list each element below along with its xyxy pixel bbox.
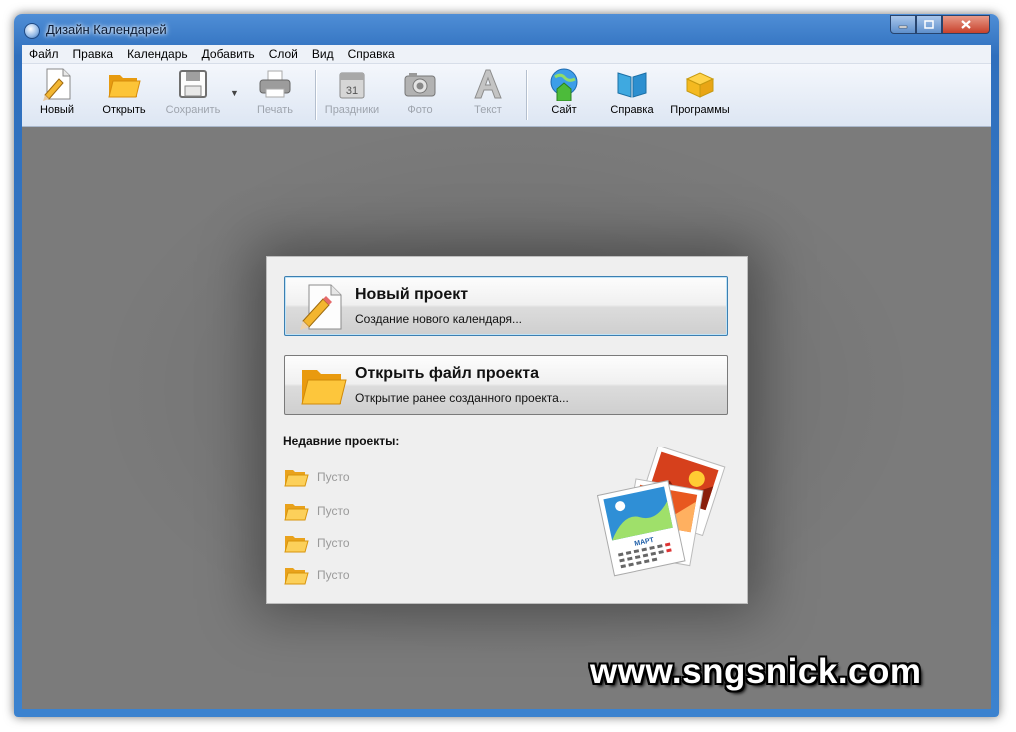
menu-calendar[interactable]: Календарь: [120, 47, 195, 61]
holidays-label: Праздники: [324, 104, 380, 116]
new-document-icon: [299, 283, 347, 331]
client-area: Файл Правка Календарь Добавить Слой Вид …: [22, 45, 991, 709]
text-a-icon: [471, 67, 505, 101]
recent-project-label: Пусто: [317, 504, 350, 518]
recent-project-item[interactable]: Пусто: [283, 531, 350, 555]
toolbar: Новый Открыть Сохранить ▼ Печать 31 Праз…: [22, 64, 991, 127]
title-bar[interactable]: Дизайн Календарей: [14, 14, 999, 46]
recent-project-item[interactable]: Пусто: [283, 499, 350, 523]
folder-icon: [299, 362, 347, 410]
menu-help[interactable]: Справка: [341, 47, 402, 61]
open-project-subtitle: Открытие ранее созданного проекта...: [355, 391, 569, 405]
gift-box-icon: [683, 67, 717, 101]
recent-project-label: Пусто: [317, 568, 350, 582]
open-project-button[interactable]: Открыть файл проекта Открытие ранее созд…: [284, 355, 728, 415]
recent-project-item[interactable]: Пусто: [283, 465, 350, 489]
toolbar-separator: [526, 70, 528, 120]
app-window: Дизайн Календарей Файл Правка Календарь …: [14, 14, 999, 717]
help-label: Справка: [610, 104, 654, 116]
watermark-text: www.sngsnick.com: [590, 652, 922, 691]
printer-icon: [258, 67, 292, 101]
new-project-title: Новый проект: [355, 286, 469, 303]
folder-icon: [284, 504, 309, 521]
toolbar-separator: [315, 70, 317, 120]
maximize-button[interactable]: [916, 15, 942, 34]
folder-icon: [284, 568, 309, 585]
new-label: Новый: [40, 104, 74, 116]
open-label: Открыть: [102, 104, 146, 116]
globe-home-icon: [547, 67, 581, 101]
calendar-photos-illustration: МАРТ: [597, 447, 726, 577]
calendar-icon-day: 31: [346, 85, 358, 97]
recent-project-item[interactable]: Пусто: [283, 563, 350, 587]
recent-projects-heading: Недавние проекты:: [283, 434, 400, 448]
menu-edit[interactable]: Правка: [66, 47, 121, 61]
close-icon: [961, 20, 971, 29]
photo-button[interactable]: Фото: [390, 67, 450, 116]
new-project-subtitle: Создание нового календаря...: [355, 312, 522, 326]
photo-label: Фото: [407, 104, 433, 116]
site-button[interactable]: Сайт: [534, 67, 594, 116]
recent-project-label: Пусто: [317, 470, 350, 484]
text-label: Текст: [474, 104, 502, 116]
close-button[interactable]: [942, 15, 990, 34]
help-button[interactable]: Справка: [602, 67, 662, 116]
camera-icon: [403, 67, 437, 101]
app-icon[interactable]: [24, 23, 40, 39]
save-label: Сохранить: [165, 104, 221, 116]
maximize-icon: [924, 20, 934, 29]
open-button[interactable]: Открыть: [94, 67, 154, 116]
menu-bar: Файл Правка Календарь Добавить Слой Вид …: [22, 45, 991, 64]
folder-icon: [107, 67, 141, 101]
print-button[interactable]: Печать: [245, 67, 305, 116]
menu-file[interactable]: Файл: [22, 47, 66, 61]
programs-label: Программы: [670, 104, 730, 116]
window-title: Дизайн Календарей: [46, 22, 167, 37]
folder-icon: [284, 536, 309, 553]
floppy-disk-icon: [176, 67, 210, 101]
recent-project-label: Пусто: [317, 536, 350, 550]
open-project-title: Открыть файл проекта: [355, 365, 540, 382]
save-dropdown-arrow-icon[interactable]: ▼: [230, 88, 239, 98]
book-icon: [615, 67, 649, 101]
menu-layer[interactable]: Слой: [262, 47, 305, 61]
start-dialog: Новый проект Создание нового календаря..…: [266, 256, 748, 604]
site-label: Сайт: [551, 104, 577, 116]
holidays-button[interactable]: 31 Праздники: [322, 67, 382, 116]
new-button[interactable]: Новый: [27, 67, 87, 116]
folder-icon: [284, 470, 309, 487]
minimize-button[interactable]: [890, 15, 916, 34]
new-document-icon: [40, 67, 74, 101]
print-label: Печать: [256, 104, 294, 116]
new-project-button[interactable]: Новый проект Создание нового календаря..…: [284, 276, 728, 336]
calendar-icon: 31: [335, 67, 369, 101]
menu-view[interactable]: Вид: [305, 47, 341, 61]
text-button[interactable]: Текст: [458, 67, 518, 116]
menu-add[interactable]: Добавить: [195, 47, 262, 61]
programs-button[interactable]: Программы: [670, 67, 730, 116]
minimize-icon: [898, 25, 908, 28]
save-button[interactable]: Сохранить: [163, 67, 223, 116]
